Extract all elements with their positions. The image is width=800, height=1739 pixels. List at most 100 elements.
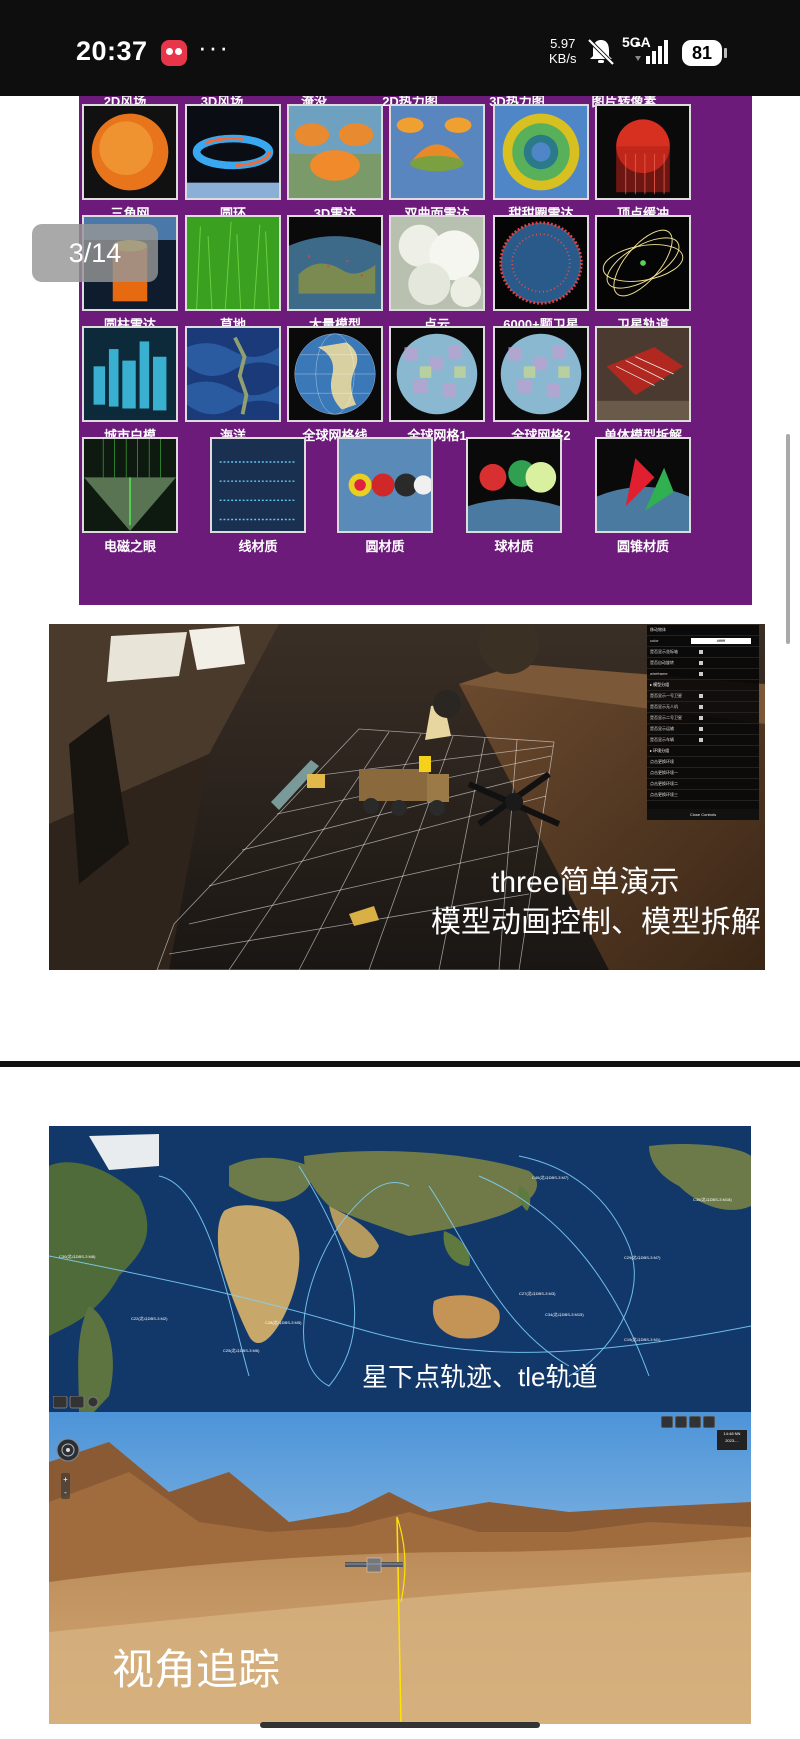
close-controls-button[interactable]: Close Controls [647, 809, 759, 820]
globe-grid-icon [493, 326, 589, 422]
zoom-control[interactable]: + - [61, 1473, 70, 1499]
feature-tile: 双曲面雷达 [389, 104, 485, 221]
satellite-label: C36(北斗DBS-3 M18) [693, 1197, 732, 1202]
vertex-buffer-icon [595, 104, 691, 200]
scrollbar-thumb[interactable] [786, 434, 790, 644]
globe-grid-icon [389, 326, 485, 422]
gui-control-label: 点击更换环境二 [650, 781, 678, 786]
feature-tile: 球材质 [466, 437, 562, 554]
line-material-icon [210, 437, 306, 533]
zoom-in-icon[interactable]: + [61, 1473, 70, 1486]
gui-control-label: 是否显示坐标轴 [650, 649, 678, 654]
satellite-orbit-icon [595, 215, 691, 311]
clock-date: 2023-... [725, 1438, 739, 1443]
gui-control-row[interactable]: ▸ 环境分组 [647, 746, 759, 757]
satellite-label: C29(北斗DBS-3 M7) [624, 1255, 661, 1260]
gui-control-label: 点击更换环境一 [650, 770, 678, 775]
gui-control-row[interactable]: wireframe [647, 669, 759, 680]
view-tracking-image[interactable]: + - 14:48 NN 2023-... 视角追踪 [49, 1412, 751, 1724]
gui-control-label: 移动物体 [650, 627, 666, 632]
feature-tile: 点云 [389, 215, 485, 332]
checkbox[interactable] [699, 694, 703, 698]
sphere-material-icon [466, 437, 562, 533]
network-speed: 5.97 KB/s [549, 36, 576, 66]
feature-grid-image[interactable]: 2D风场 3D风场 淹没 2D热力图 3D热力图 图片转像素 三角网 圆环 3D雷达 双曲面雷达… [79, 96, 752, 605]
home-tool-icon[interactable] [675, 1416, 687, 1428]
grass-icon [185, 215, 281, 311]
cone-material-icon [595, 437, 691, 533]
gui-control-panel[interactable]: 移动物体 color #ffffff 是否显示坐标轴是否自动旋转 wireframe ▸ … [647, 625, 759, 820]
gui-control-row[interactable]: 是否显示一号卫星 [647, 691, 759, 702]
checkbox[interactable] [699, 738, 703, 742]
gui-control-row[interactable]: 是否显示无人机 [647, 702, 759, 713]
gui-control-label: 点击更换环境 [650, 759, 674, 764]
gui-control-row[interactable]: 移动物体 [647, 625, 759, 636]
hyperbolic-radar-icon [389, 104, 485, 200]
satellite-label: C30(北斗DBS-3 M8) [59, 1254, 96, 1259]
three-demo-image[interactable]: 移动物体 color #ffffff 是否显示坐标轴是否自动旋转 wireframe ▸ … [49, 624, 765, 970]
color-value-input[interactable]: #ffffff [691, 638, 751, 644]
gui-control-label: 是否显示车辆 [650, 737, 674, 742]
checkbox[interactable] [699, 650, 703, 654]
ring-icon [185, 104, 281, 200]
checkbox[interactable] [699, 661, 703, 665]
gui-control-row[interactable]: 点击更换环境 [647, 757, 759, 768]
globe-gridlines-icon [287, 326, 383, 422]
feature-tile: 圆材质 [337, 437, 433, 554]
gui-control-row[interactable]: ▸ 模型分组 [647, 680, 759, 691]
satellite-label: C28(北斗DBS-3 M5) [265, 1320, 302, 1325]
search-tool-icon[interactable] [661, 1416, 673, 1428]
compass-icon[interactable] [56, 1438, 80, 1462]
battery-indicator: 81 [682, 40, 727, 66]
gui-control-row[interactable]: 是否显示车辆 [647, 735, 759, 746]
gui-control-row[interactable]: 是否显示坐标轴 [647, 647, 759, 658]
gui-control-row[interactable]: 点击更换环境三 [647, 790, 759, 801]
feature-tile: 草地 [185, 215, 281, 332]
gui-control-row[interactable]: 是否显示二号卫星 [647, 713, 759, 724]
gui-control-label: color [650, 638, 659, 643]
fire-sphere-icon [82, 104, 178, 200]
globe-tool-icon[interactable] [689, 1416, 701, 1428]
zoom-out-icon[interactable]: - [61, 1486, 70, 1499]
satellite-label: C27(北斗DBS-3 M3) [519, 1291, 556, 1296]
feature-tile: 全球网格线 [287, 326, 383, 443]
feature-tile-label: 电磁之眼 [103, 539, 156, 554]
satellite-label: C46(北斗DBS-3 M7) [532, 1175, 569, 1180]
home-indicator[interactable] [260, 1722, 540, 1728]
feature-tile: 单体模型拆解 [595, 326, 691, 443]
satellite-track-map-image[interactable]: C46(北斗DBS-3 M7) C36(北斗DBS-3 M18) C29(北斗DBS… [49, 1126, 751, 1412]
feature-tile: 甜甜圈雷达 [493, 104, 589, 221]
checkbox[interactable] [699, 716, 703, 720]
feature-tile-label: 圆材质 [365, 539, 405, 554]
checkbox[interactable] [699, 672, 703, 676]
city-model-icon [82, 326, 178, 422]
checkbox[interactable] [699, 705, 703, 709]
gui-control-label: 是否显示二号卫星 [650, 715, 682, 720]
ocean-icon [185, 326, 281, 422]
section-divider [0, 1061, 800, 1067]
feature-tile: 卫星轨道 [595, 215, 691, 332]
gui-control-label: 是否显示运输 [650, 726, 674, 731]
globe-models-icon [287, 215, 383, 311]
network-speed-value: 5.97 [550, 36, 576, 51]
gui-control-label: 是否显示一号卫星 [650, 693, 682, 698]
gui-control-row[interactable]: 点击更换环境一 [647, 768, 759, 779]
checkbox[interactable] [699, 727, 703, 731]
page-indicator: 3/14 [32, 224, 158, 282]
map-toolbar[interactable] [53, 1396, 103, 1409]
donut-radar-icon [493, 104, 589, 200]
status-bar: 20:37 ··· 5.97 KB/s 5GA 81 [0, 0, 800, 96]
gui-control-row[interactable]: 点击更换环境二 [647, 779, 759, 790]
gui-control-row[interactable]: color #ffffff [647, 636, 759, 647]
satellite-label: C22(北斗DBS-3 M2) [131, 1316, 168, 1321]
timeline-clock-widget[interactable]: 14:48 NN 2023-... [717, 1430, 747, 1450]
demo-caption-title: three简单演示 [491, 866, 680, 899]
gui-control-label: ▸ 模型分组 [650, 682, 670, 687]
gui-control-row[interactable]: 是否自动旋转 [647, 658, 759, 669]
feature-tile: 顶点缓冲 [595, 104, 691, 221]
feature-tile: 圆锥材质 [595, 437, 691, 554]
demo-caption-subtitle: 模型动画控制、模型拆解 [431, 906, 761, 939]
layers-tool-icon[interactable] [703, 1416, 715, 1428]
feature-tile: 全球网格1 [389, 326, 485, 443]
gui-control-row[interactable]: 是否显示运输 [647, 724, 759, 735]
